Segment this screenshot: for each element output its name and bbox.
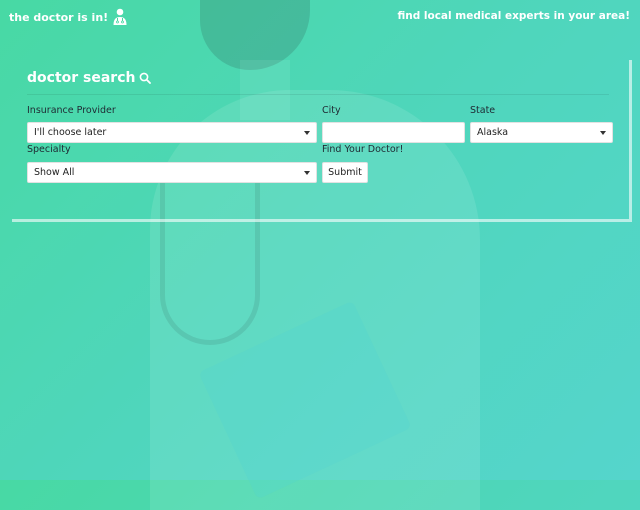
doctor-icon bbox=[113, 8, 127, 25]
chevron-down-icon bbox=[304, 131, 310, 135]
state-select[interactable]: Alaska bbox=[470, 122, 613, 143]
brand-logo[interactable]: the doctor is in! bbox=[9, 8, 128, 26]
insurance-select-value: I'll choose later bbox=[34, 127, 107, 138]
find-doctor-label: Find Your Doctor! bbox=[322, 144, 404, 155]
state-label: State bbox=[470, 105, 496, 116]
city-input[interactable] bbox=[322, 122, 465, 143]
top-bar: the doctor is in! find local medical exp… bbox=[0, 0, 640, 34]
chevron-down-icon bbox=[304, 171, 310, 175]
tagline: find local medical experts in your area! bbox=[397, 10, 630, 22]
state-select-value: Alaska bbox=[477, 127, 509, 138]
brand-text: the doctor is in! bbox=[9, 10, 109, 24]
submit-button[interactable]: Submit bbox=[322, 162, 368, 183]
panel-title: doctor search bbox=[27, 70, 152, 86]
chevron-down-icon bbox=[600, 131, 606, 135]
search-icon bbox=[140, 72, 152, 84]
specialty-select[interactable]: Show All bbox=[27, 162, 317, 183]
panel-title-text: doctor search bbox=[27, 70, 136, 86]
panel-divider bbox=[27, 94, 609, 95]
specialty-label: Specialty bbox=[27, 144, 71, 155]
specialty-select-value: Show All bbox=[34, 167, 75, 178]
insurance-label: Insurance Provider bbox=[27, 105, 116, 116]
insurance-select[interactable]: I'll choose later bbox=[27, 122, 317, 143]
city-label: City bbox=[322, 105, 341, 116]
doctor-search-panel: doctor search Insurance Provider City St… bbox=[12, 60, 632, 222]
